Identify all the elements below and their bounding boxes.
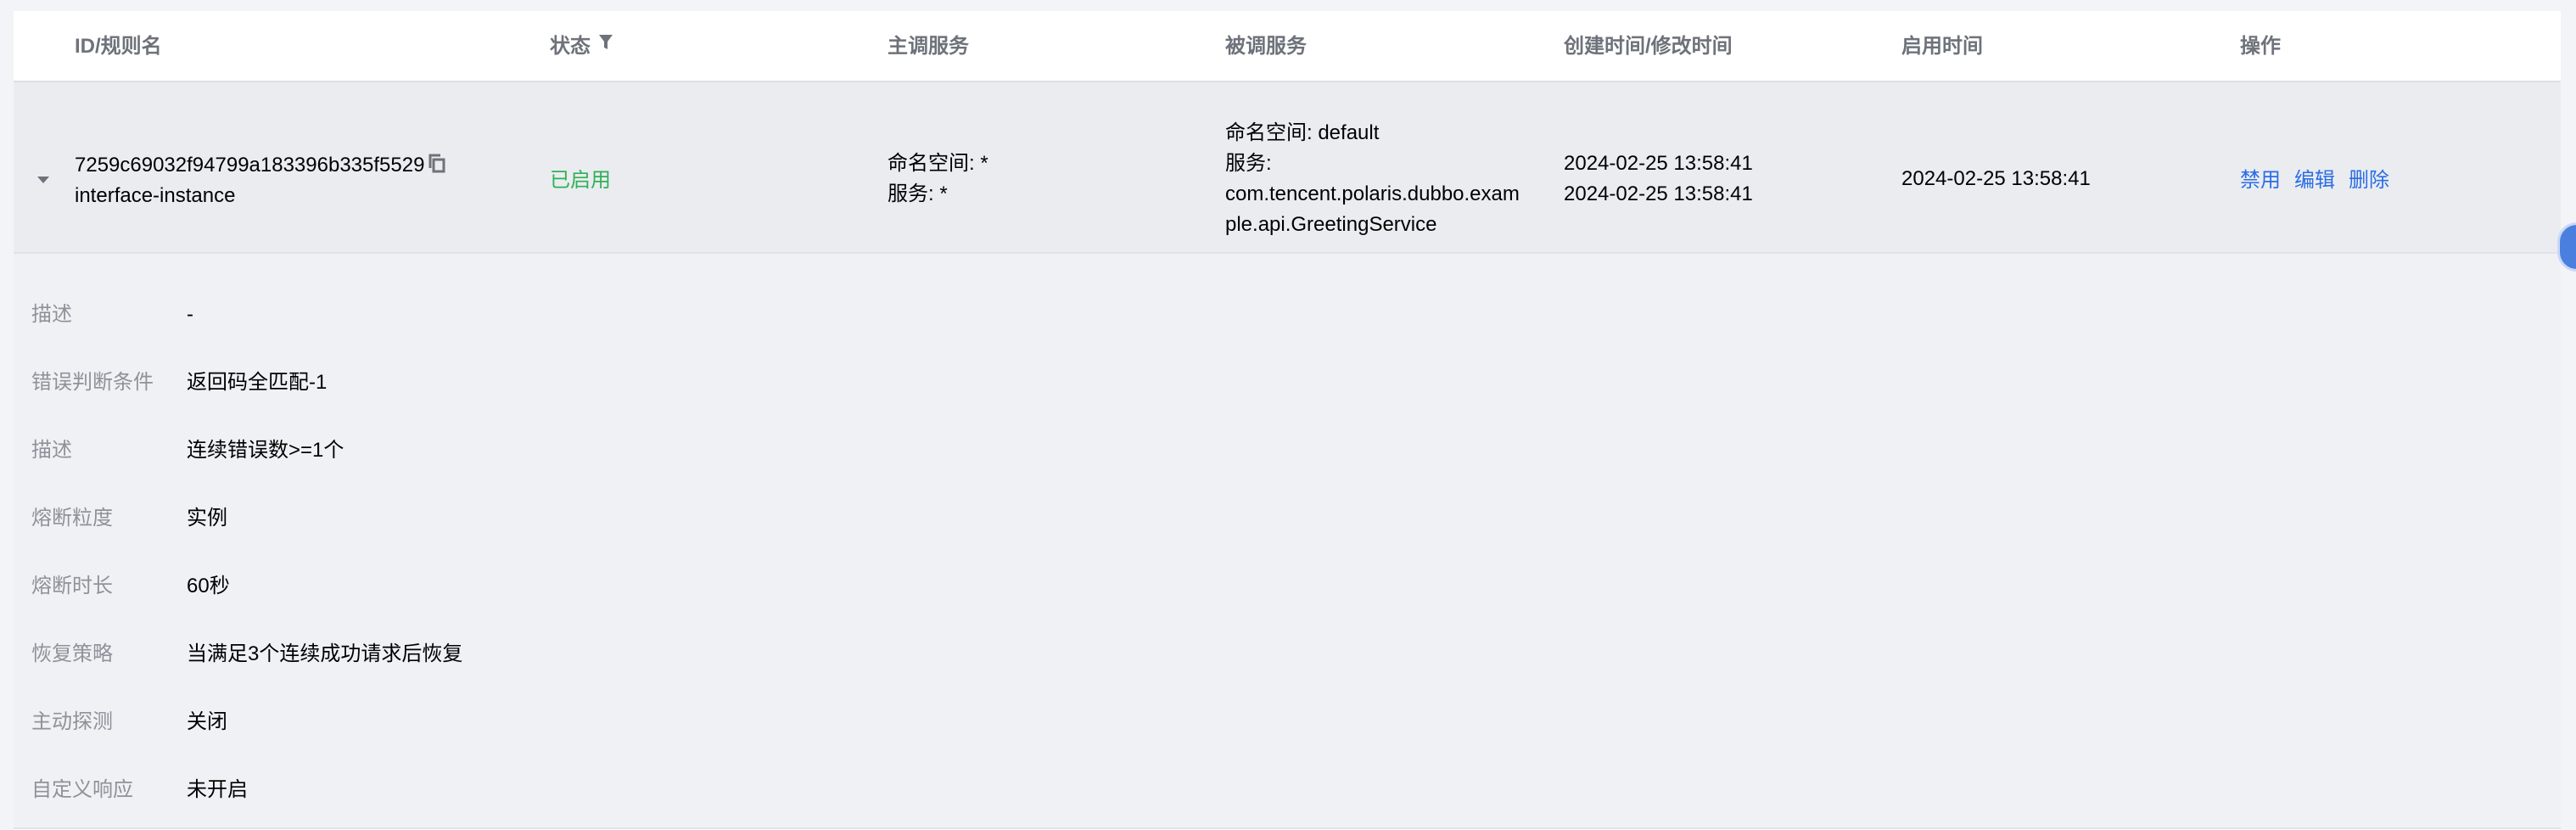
column-header-actions: 操作	[2240, 35, 2281, 58]
delete-button[interactable]: 删除	[2349, 165, 2389, 196]
expand-arrow-icon[interactable]	[36, 174, 50, 189]
table-header: ID/规则名 状态 主调服务 被调服务 创建时间/修改时间 启用时间 操作	[14, 11, 2561, 82]
detail-label: 熔断时长	[31, 575, 113, 597]
detail-label: 描述	[31, 439, 72, 462]
rule-table: ID/规则名 状态 主调服务 被调服务 创建时间/修改时间 启用时间 操作 72…	[14, 11, 2561, 830]
detail-value: 实例	[187, 507, 227, 530]
callee-namespace: 命名空间: default	[1225, 121, 1380, 144]
detail-label: 熔断粒度	[31, 507, 113, 530]
enabled-time: 2024-02-25 13:58:41	[1901, 167, 2091, 190]
column-header-enabled-time: 启用时间	[1901, 35, 1983, 58]
column-header-caller: 主调服务	[888, 35, 969, 58]
detail-value: -	[187, 303, 193, 326]
detail-label: 错误判断条件	[31, 371, 154, 394]
detail-value: 关闭	[187, 710, 227, 733]
table-row[interactable]: 7259c69032f94799a183396b335f5529 interfa…	[14, 82, 2561, 254]
caller-namespace: 命名空间: *	[888, 152, 988, 175]
rule-detail-panel: 描述 - 错误判断条件 返回码全匹配-1 描述 连续错误数>=1个 熔断粒度 实…	[14, 254, 2561, 829]
detail-value: 未开启	[187, 778, 248, 801]
filter-icon[interactable]	[598, 33, 613, 56]
column-header-callee: 被调服务	[1225, 35, 1307, 58]
detail-value: 60秒	[187, 575, 230, 597]
callee-service-line1: com.tencent.polaris.dubbo.exam	[1225, 182, 1520, 205]
caller-service: 服务: *	[888, 182, 948, 205]
copy-icon[interactable]	[428, 154, 447, 178]
callee-service-label: 服务:	[1225, 152, 1272, 175]
detail-value: 当满足3个连续成功请求后恢复	[187, 642, 463, 665]
status-badge: 已启用	[550, 169, 611, 192]
rule-name: interface-instance	[75, 184, 236, 207]
detail-value: 连续错误数>=1个	[187, 439, 344, 462]
detail-label: 描述	[31, 303, 72, 326]
detail-label: 主动探测	[31, 710, 113, 733]
disable-button[interactable]: 禁用	[2240, 165, 2281, 196]
column-header-id-rule: ID/规则名	[75, 35, 162, 58]
callee-service-line2: ple.api.GreetingService	[1225, 213, 1437, 236]
created-time: 2024-02-25 13:58:41	[1564, 152, 1753, 175]
column-header-times: 创建时间/修改时间	[1564, 35, 1733, 58]
detail-label: 恢复策略	[31, 642, 113, 665]
modified-time: 2024-02-25 13:58:41	[1564, 182, 1753, 205]
detail-label: 自定义响应	[31, 778, 133, 801]
rule-id: 7259c69032f94799a183396b335f5529	[75, 154, 425, 177]
column-header-status: 状态	[550, 35, 591, 58]
detail-value: 返回码全匹配-1	[187, 371, 328, 394]
edit-button[interactable]: 编辑	[2294, 165, 2335, 196]
